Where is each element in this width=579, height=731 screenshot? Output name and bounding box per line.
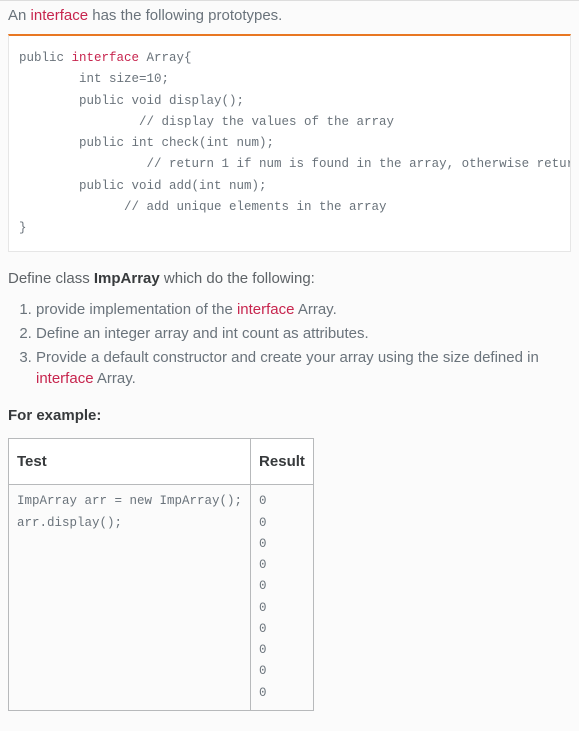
keyword-interface: interface — [31, 7, 89, 24]
list-item: Provide a default constructor and create… — [36, 347, 571, 389]
table-header-row: Test Result — [9, 439, 314, 485]
define-class-line: Define class ImpArray which do the follo… — [8, 270, 571, 287]
code-line: Array{ — [139, 51, 192, 65]
table-row: ImpArray arr = new ImpArray(); arr.displ… — [9, 485, 314, 711]
define-suffix: which do the following: — [160, 270, 315, 287]
req-text: Provide a default constructor and create… — [36, 349, 539, 387]
define-prefix: Define class — [8, 270, 94, 287]
list-item: provide implementation of the interface … — [36, 299, 571, 320]
requirements-list: provide implementation of the interface … — [8, 299, 571, 389]
req-text: Define an integer array and int count as… — [36, 325, 369, 342]
code-block: public interface Array{ int size=10; pub… — [8, 34, 571, 252]
table-header-result: Result — [251, 439, 314, 485]
keyword-interface: interface — [237, 301, 295, 318]
list-item: Define an integer array and int count as… — [36, 323, 571, 344]
code-line: public — [19, 51, 72, 65]
keyword-interface: interface — [72, 51, 140, 65]
code-line: // add unique elements in the array — [19, 200, 387, 214]
example-label: For example: — [8, 407, 571, 424]
table-cell-result: 0 0 0 0 0 0 0 0 0 0 — [251, 485, 314, 711]
code-line: public int check(int num); — [19, 136, 274, 150]
req-text-part: Provide a default constructor and create… — [36, 349, 539, 366]
code-line: // display the values of the array — [19, 115, 394, 129]
req-text: provide implementation of the interface … — [36, 301, 337, 318]
code-line: public void add(int num); — [19, 179, 267, 193]
intro-paragraph: An interface has the following prototype… — [8, 7, 571, 24]
example-table: Test Result ImpArray arr = new ImpArray(… — [8, 438, 314, 711]
intro-text-after: has the following prototypes. — [88, 7, 282, 24]
code-line: public void display(); — [19, 94, 244, 108]
code-line: // return 1 if num is found in the array… — [19, 157, 571, 171]
table-header-test: Test — [9, 439, 251, 485]
table-cell-test: ImpArray arr = new ImpArray(); arr.displ… — [9, 485, 251, 711]
class-name: ImpArray — [94, 270, 160, 287]
intro-text-before: An — [8, 7, 31, 24]
code-line: int size=10; — [19, 72, 169, 86]
req-text-part: provide implementation of the — [36, 301, 237, 318]
req-text-part: Array. — [295, 301, 337, 318]
document-container: An interface has the following prototype… — [0, 0, 579, 731]
req-text-part: Array. — [94, 370, 136, 387]
keyword-interface: interface — [36, 370, 94, 387]
code-line: } — [19, 221, 27, 235]
